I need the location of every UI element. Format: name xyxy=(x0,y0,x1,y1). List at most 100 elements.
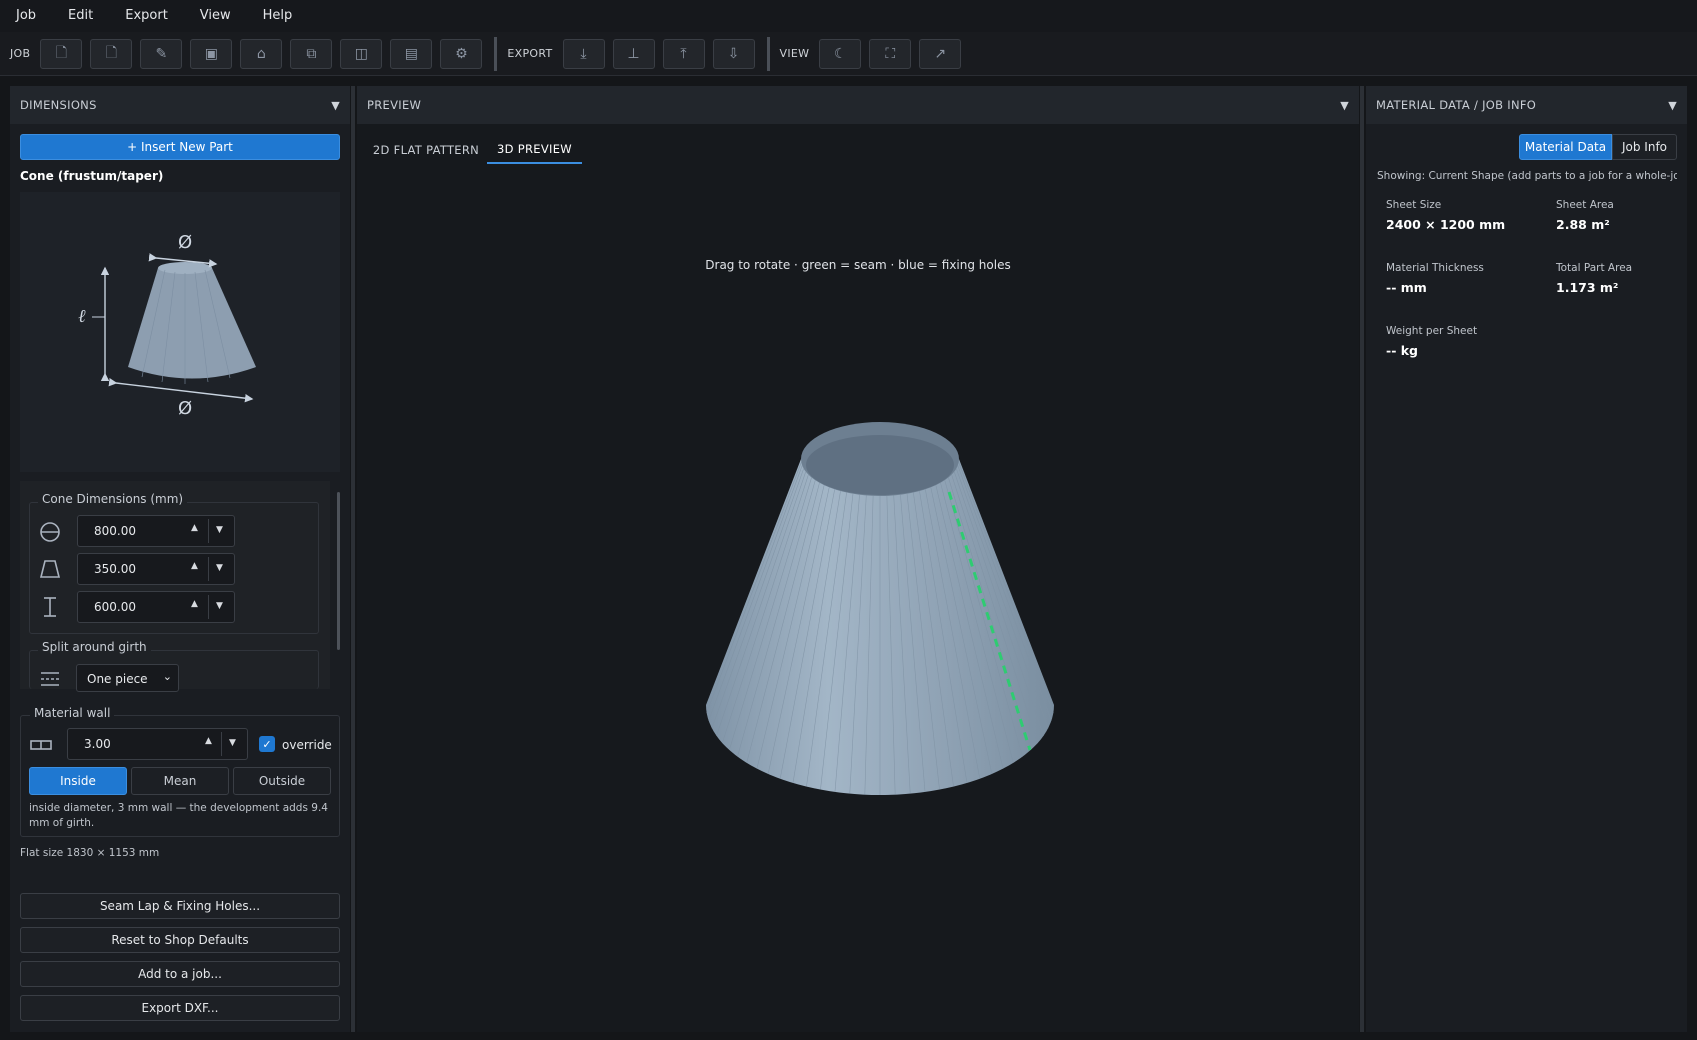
wall-inside-button[interactable]: Inside xyxy=(29,767,127,795)
export-download-button[interactable]: ⤓ xyxy=(562,38,605,69)
fullscreen-button[interactable]: ⛶ xyxy=(869,38,912,69)
material-info-header-title: MATERIAL DATA / JOB INFO xyxy=(1376,98,1537,112)
wall-thickness-value: 3.00 xyxy=(84,737,111,751)
dark-mode-button[interactable]: ☾ xyxy=(819,38,862,69)
dimensions-scrollbar[interactable] xyxy=(337,492,340,650)
insert-new-part-button[interactable]: + Insert New Part xyxy=(20,134,340,160)
fullscreen-icon: ⛶ xyxy=(885,45,896,62)
height-icon xyxy=(44,597,56,617)
material-wall-title: Material wall xyxy=(30,706,115,720)
popout-button[interactable]: ↗ xyxy=(919,38,962,69)
menu-job[interactable]: Job xyxy=(0,0,52,32)
collapse-caret-icon[interactable]: ▼ xyxy=(1668,99,1677,112)
height-spinbox[interactable]: 600.00 ▲ ▼ xyxy=(77,591,235,623)
large-diameter-value: 800.00 xyxy=(94,524,136,538)
card-button[interactable]: ▤ xyxy=(390,38,433,69)
increment-arrow-icon[interactable]: ▲ xyxy=(191,599,198,609)
settings-button[interactable]: ⚙ xyxy=(440,38,483,69)
export-file-button[interactable]: ⇩ xyxy=(712,38,755,69)
taper-icon xyxy=(39,560,61,578)
chevron-down-icon[interactable]: ▼ xyxy=(208,557,230,581)
collapse-caret-icon[interactable]: ▼ xyxy=(331,99,340,112)
moon-icon: ☾ xyxy=(834,45,847,62)
weight-value: -- kg xyxy=(1386,343,1418,358)
material-info-header[interactable]: MATERIAL DATA / JOB INFO ▼ xyxy=(1366,86,1687,124)
small-diameter-value: 350.00 xyxy=(94,562,136,576)
gear-icon: ⚙ xyxy=(455,45,468,62)
shapes-icon: ⧉ xyxy=(306,45,317,62)
export-dxf-button[interactable]: Export DXF... xyxy=(20,995,340,1021)
tab-3d-preview[interactable]: 3D PREVIEW xyxy=(487,136,582,164)
new-file-button[interactable]: 🗋 xyxy=(40,38,83,69)
add-to-job-button[interactable]: Add to a job... xyxy=(20,961,340,987)
split-select-value: One piece xyxy=(87,672,148,686)
job-info-toggle[interactable]: Job Info xyxy=(1612,134,1677,160)
new-part-button[interactable]: 🗋 xyxy=(90,38,133,69)
right-splitter[interactable] xyxy=(1360,86,1364,1032)
menu-bar: Job Edit Export View Help xyxy=(0,0,1697,32)
toolbar: JOB 🗋 🗋 ✎ ▣ ⌂ ⧉ ◫ ▤ ⚙ EXPORT ⤓ ⊥ ⤒ ⇩ VIE… xyxy=(0,32,1697,76)
increment-arrow-icon[interactable]: ▲ xyxy=(205,736,212,746)
small-diameter-spinbox[interactable]: 350.00 ▲ ▼ xyxy=(77,553,235,585)
reset-defaults-button[interactable]: Reset to Shop Defaults xyxy=(20,927,340,953)
split-select[interactable]: One piece ⌄ xyxy=(76,664,179,692)
export-pin-button[interactable]: ⊥ xyxy=(612,38,655,69)
check-icon: ✓ xyxy=(262,737,272,751)
open-folder-button[interactable]: ⌂ xyxy=(240,38,283,69)
height-value: 600.00 xyxy=(94,600,136,614)
wall-thickness-spinbox[interactable]: 3.00 ▲ ▼ xyxy=(67,728,248,760)
export-upload-button[interactable]: ⤒ xyxy=(662,38,705,69)
cone-3d-render[interactable] xyxy=(365,168,1351,1020)
layers-button[interactable]: ◫ xyxy=(340,38,383,69)
dimensions-header[interactable]: DIMENSIONS ▼ xyxy=(10,86,350,124)
total-area-value: 1.173 m² xyxy=(1556,280,1619,295)
save-button[interactable]: ▣ xyxy=(190,38,233,69)
material-data-toggle[interactable]: Material Data xyxy=(1519,134,1612,160)
download-icon: ⤓ xyxy=(580,45,587,62)
toolbar-separator xyxy=(766,36,770,71)
sheet-size-value: 2400 × 1200 mm xyxy=(1386,217,1506,232)
wall-outside-button[interactable]: Outside xyxy=(233,767,331,795)
increment-arrow-icon[interactable]: ▲ xyxy=(191,523,198,533)
dimensions-header-title: DIMENSIONS xyxy=(20,98,97,112)
preview-hint: Drag to rotate · green = seam · blue = f… xyxy=(705,258,1011,272)
sheet-size-label: Sheet Size xyxy=(1386,199,1442,211)
collapse-caret-icon[interactable]: ▼ xyxy=(1340,99,1349,112)
shapes-dropdown-button[interactable]: ⧉ xyxy=(290,38,333,69)
menu-edit[interactable]: Edit xyxy=(52,0,109,32)
preview-header[interactable]: PREVIEW ▼ xyxy=(357,86,1359,124)
export-file-icon: ⇩ xyxy=(727,45,740,62)
shape-thumbnail: Ø Ø ℓ xyxy=(20,192,340,472)
bottom-diameter-symbol: Ø xyxy=(178,398,192,419)
upload-icon: ⤒ xyxy=(680,45,687,62)
edit-file-button[interactable]: ✎ xyxy=(140,38,183,69)
cone-thumbnail-drawing: Ø Ø ℓ xyxy=(78,232,256,419)
wall-thickness-icon xyxy=(30,740,52,750)
large-diameter-spinbox[interactable]: 800.00 ▲ ▼ xyxy=(77,515,235,547)
save-icon: ▣ xyxy=(204,45,218,62)
seam-lap-button[interactable]: Seam Lap & Fixing Holes... xyxy=(20,893,340,919)
showing-text: Showing: Current Shape (add parts to a j… xyxy=(1377,170,1677,182)
left-splitter[interactable] xyxy=(351,86,355,1032)
tab-2d-flat-pattern[interactable]: 2D FLAT PATTERN xyxy=(370,136,482,164)
id-card-icon: ▤ xyxy=(404,45,418,62)
sheet-area-value: 2.88 m² xyxy=(1556,217,1610,232)
3d-viewport[interactable] xyxy=(365,168,1351,1020)
preview-header-title: PREVIEW xyxy=(367,98,422,112)
chevron-down-icon[interactable]: ▼ xyxy=(221,732,243,756)
chevron-down-icon[interactable]: ▼ xyxy=(208,595,230,619)
top-diameter-symbol: Ø xyxy=(178,232,192,253)
increment-arrow-icon[interactable]: ▲ xyxy=(191,561,198,571)
wall-mean-button[interactable]: Mean xyxy=(131,767,229,795)
edit-file-icon: ✎ xyxy=(155,45,168,62)
menu-help[interactable]: Help xyxy=(247,0,309,32)
chevron-down-icon[interactable]: ▼ xyxy=(208,519,230,543)
menu-export[interactable]: Export xyxy=(109,0,184,32)
new-file-icon: 🗋 xyxy=(55,44,67,61)
override-checkbox[interactable]: ✓ xyxy=(259,736,275,752)
flat-size-text: Flat size 1830 × 1153 mm xyxy=(20,847,160,859)
menu-view[interactable]: View xyxy=(184,0,247,32)
cone-dimensions-title: Cone Dimensions (mm) xyxy=(38,492,188,506)
toolbar-separator xyxy=(494,36,498,71)
folder-icon: ⌂ xyxy=(256,45,266,62)
